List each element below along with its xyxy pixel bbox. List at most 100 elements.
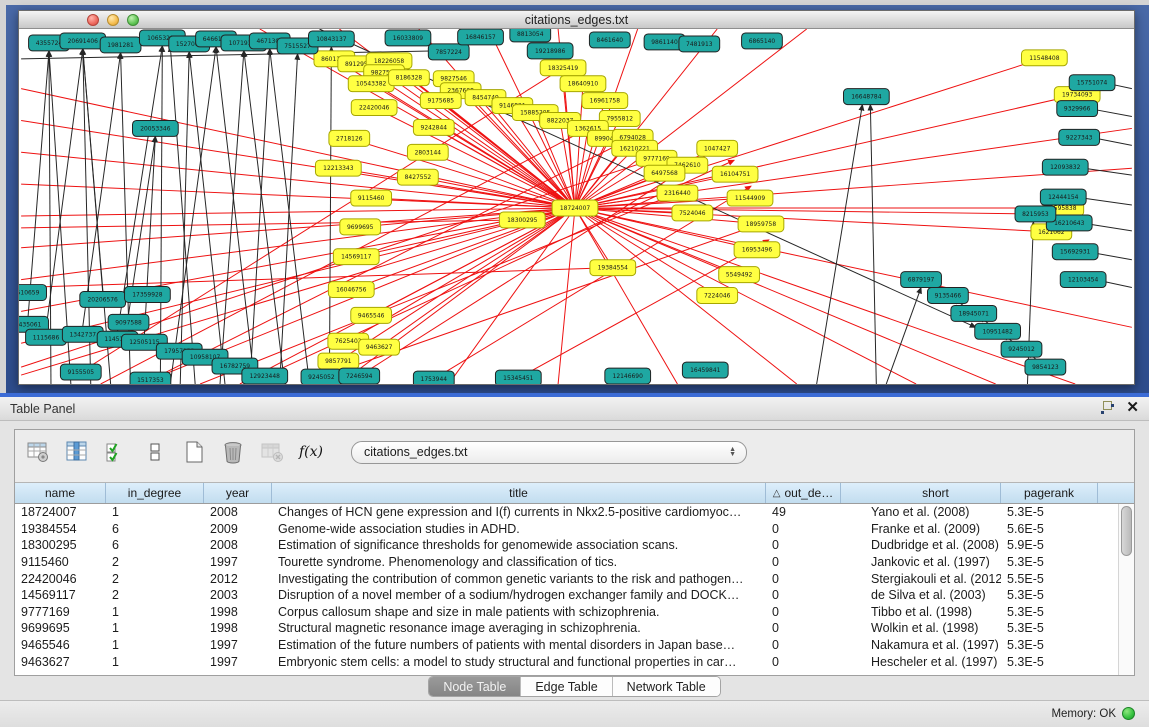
network-node[interactable]: 10951482	[975, 323, 1021, 339]
table-row[interactable]: 1830029562008Estimation of significance …	[15, 537, 1118, 554]
table-row[interactable]: 1456911722003Disruption of a novel membe…	[15, 587, 1118, 604]
network-node[interactable]: 14569117	[333, 249, 379, 265]
zoom-window-button[interactable]	[127, 14, 139, 26]
network-node[interactable]: 19384554	[590, 260, 636, 276]
network-node[interactable]: 12444154	[1040, 189, 1086, 205]
network-node[interactable]: 16953496	[734, 242, 780, 258]
column-header-name[interactable]: name	[15, 483, 106, 503]
network-node[interactable]: 18640910	[560, 76, 606, 92]
network-node[interactable]: 15692931	[1052, 244, 1098, 260]
network-node[interactable]: 9463627	[359, 339, 400, 355]
network-node[interactable]: 8427552	[398, 169, 439, 185]
minimize-window-button[interactable]	[107, 14, 119, 26]
close-window-button[interactable]	[87, 14, 99, 26]
network-node[interactable]: 8186328	[389, 70, 430, 86]
network-node[interactable]: 18724007	[552, 200, 598, 216]
network-node[interactable]: 7524046	[672, 205, 713, 221]
network-node[interactable]: 9135466	[928, 288, 969, 304]
table-row[interactable]: 946362711997Embryonic stem cells: a mode…	[15, 653, 1118, 670]
network-node[interactable]: 7224046	[697, 288, 738, 304]
network-node[interactable]: 16459841	[682, 362, 728, 378]
table-row[interactable]: 911546021997Tourette syndrome. Phenomeno…	[15, 554, 1118, 571]
network-node[interactable]: 8215953	[1015, 206, 1056, 222]
network-node[interactable]: 18325419	[540, 60, 586, 76]
network-window-titlebar[interactable]: citations_edges.txt	[19, 11, 1134, 29]
network-node[interactable]: 1047427	[697, 140, 738, 156]
network-canvas[interactable]: 1872400786011238912954182260589827508105…	[19, 29, 1134, 384]
network-node[interactable]: 20691406	[60, 33, 106, 49]
network-node[interactable]: 12923448	[242, 368, 288, 384]
network-node[interactable]: 2718126	[329, 130, 370, 146]
network-node[interactable]: 9857791	[318, 353, 359, 369]
network-node[interactable]: 1753944	[413, 371, 454, 384]
scrollbar-thumb[interactable]	[1121, 506, 1132, 556]
column-header-in_degree[interactable]: in_degree	[106, 483, 204, 503]
network-node[interactable]: 9699695	[340, 219, 381, 235]
network-node[interactable]: 7857224	[428, 44, 469, 60]
network-node[interactable]: 7246594	[339, 368, 380, 384]
network-node[interactable]: 9245012	[1001, 341, 1042, 357]
network-node[interactable]: 9227343	[1059, 129, 1100, 145]
network-node[interactable]: 17359928	[125, 287, 171, 303]
close-panel-icon[interactable]: ✕	[1126, 401, 1139, 414]
network-node[interactable]: 18300295	[499, 212, 545, 228]
network-node[interactable]: 9329966	[1057, 101, 1098, 117]
vertical-scrollbar[interactable]	[1118, 504, 1134, 675]
network-node[interactable]: 1981281	[100, 37, 141, 53]
network-node[interactable]: 6879197	[901, 272, 942, 288]
network-node[interactable]: 9465546	[351, 307, 392, 323]
new-document-icon[interactable]	[181, 439, 207, 465]
column-header-short[interactable]: short	[841, 483, 1001, 503]
network-node[interactable]: 1517353	[130, 372, 171, 384]
network-node[interactable]: 1115686	[26, 329, 67, 345]
network-node[interactable]: 20053346	[133, 120, 179, 136]
table-row[interactable]: 977716911998Corpus callosum shape and si…	[15, 604, 1118, 621]
network-node[interactable]: 16961758	[582, 93, 628, 109]
network-node[interactable]: 9245052	[301, 369, 342, 384]
tab-node-table[interactable]: Node Table	[429, 677, 521, 696]
network-node[interactable]: 2316440	[657, 185, 698, 201]
network-node[interactable]: 9175685	[420, 93, 461, 109]
column-header-year[interactable]: year	[204, 483, 272, 503]
network-node[interactable]: 9242844	[413, 119, 454, 135]
network-node[interactable]: 10543382	[348, 76, 394, 92]
network-node[interactable]: 19218986	[527, 43, 573, 59]
network-node[interactable]: 8461640	[589, 32, 630, 48]
float-panel-icon[interactable]	[1101, 401, 1114, 414]
network-node[interactable]: 15751074	[1069, 75, 1115, 91]
network-node[interactable]: 11544909	[727, 190, 773, 206]
network-node[interactable]: 9155505	[60, 364, 101, 380]
tab-edge-table[interactable]: Edge Table	[521, 677, 612, 696]
network-node[interactable]: 16104751	[712, 166, 758, 182]
network-node[interactable]: 15345451	[495, 370, 541, 384]
table-settings-icon[interactable]	[25, 439, 51, 465]
delete-icon[interactable]	[220, 439, 246, 465]
column-header-pagerank[interactable]: pagerank	[1001, 483, 1098, 503]
toggle-rows-icon[interactable]	[142, 439, 168, 465]
table-row[interactable]: 969969511998Structural magnetic resonanc…	[15, 620, 1118, 637]
table-row[interactable]: 946554611997Estimation of the future num…	[15, 637, 1118, 654]
network-node[interactable]: 2803144	[407, 144, 448, 160]
network-node[interactable]: 12093832	[1042, 159, 1088, 175]
network-node[interactable]: 9097588	[108, 314, 149, 330]
network-node[interactable]: 16033809	[385, 30, 431, 46]
network-node[interactable]: 16648784	[843, 89, 889, 105]
network-node[interactable]: 20206576	[80, 292, 126, 308]
column-header-out_de[interactable]: △out_de…	[766, 483, 841, 503]
network-node[interactable]: 12213343	[315, 160, 361, 176]
network-node[interactable]: 18945071	[951, 305, 997, 321]
table-row[interactable]: 1938455462009Genome-wide association stu…	[15, 521, 1118, 538]
table-selector-dropdown[interactable]: citations_edges.txt ▲▼	[351, 441, 747, 464]
network-node[interactable]: 12103454	[1060, 272, 1106, 288]
network-node[interactable]: 9115460	[351, 190, 392, 206]
network-node[interactable]: 16846157	[458, 29, 504, 45]
network-node[interactable]: 6497568	[644, 165, 685, 181]
table-row[interactable]: 2242004622012Investigating the contribut…	[15, 570, 1118, 587]
network-node[interactable]: 5549492	[719, 267, 760, 283]
network-node[interactable]: 8813054	[510, 29, 551, 42]
network-graph[interactable]: 1872400786011238912954182260589827508105…	[19, 29, 1134, 384]
select-rows-icon[interactable]	[103, 439, 129, 465]
network-node[interactable]: 16046756	[328, 282, 374, 298]
network-node[interactable]: 11548408	[1021, 50, 1067, 66]
network-node[interactable]: 12146690	[605, 368, 651, 384]
